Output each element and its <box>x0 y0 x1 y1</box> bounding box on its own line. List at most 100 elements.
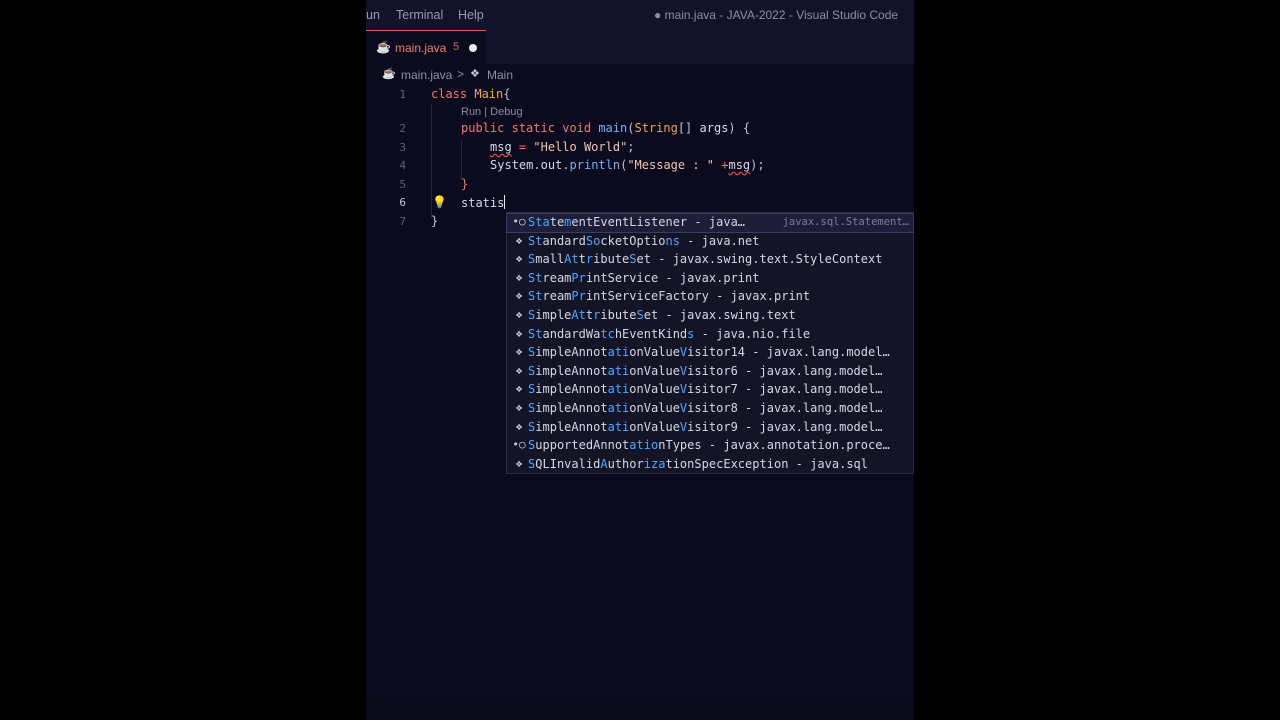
suggestion-item[interactable]: ❖ StandardSocketOptions - java.net <box>507 233 913 251</box>
code-token: ; <box>627 140 635 154</box>
code-token: ); <box>750 158 765 172</box>
suggestion-label: StreamPrintServiceFactory - javax.print <box>528 289 811 304</box>
code-token: println <box>569 158 621 172</box>
breadcrumb-separator: > <box>457 67 465 81</box>
java-file-icon: ☕ <box>382 68 396 80</box>
breadcrumb-file[interactable]: main.java <box>401 68 452 82</box>
class-symbol-icon: ❖ <box>515 363 523 377</box>
suggestion-label: SimpleAnnotationValueVisitor9 - javax.la… <box>528 419 883 434</box>
code-token: [] <box>677 121 700 135</box>
line-number: 3 <box>399 141 406 154</box>
suggestion-label: SimpleAttributeSet - javax.swing.text <box>528 308 796 322</box>
suggestion-label: SupportedAnnotationTypes - javax.annotat… <box>528 438 890 453</box>
suggestion-item[interactable]: ❖ StreamPrintServiceFactory - javax.print <box>507 288 913 306</box>
code-token: static <box>511 121 555 135</box>
code-line[interactable]: statis <box>461 195 506 210</box>
menu-terminal[interactable]: Terminal <box>396 8 443 22</box>
suggestion-item[interactable]: ❖ SmallAttributeSet - javax.swing.text.St… <box>507 251 913 269</box>
class-symbol-icon: ❖ <box>515 233 523 247</box>
code-line[interactable]: public static void main(String[] args) { <box>461 121 750 135</box>
code-token: . <box>562 158 570 172</box>
suggestion-label: SimpleAnnotationValueVisitor14 - javax.l… <box>528 345 890 360</box>
interface-symbol-icon: •○ <box>512 215 526 228</box>
suggestion-label: SmallAttributeSet - javax.swing.text.Sty… <box>528 252 883 267</box>
suggestion-item[interactable]: ❖ SimpleAnnotationValueVisitor9 - javax.l… <box>507 419 913 437</box>
tab-main-java[interactable]: ☕ main.java 5 <box>366 30 486 64</box>
suggestion-label: SimpleAnnotationValueVisitor8 - javax.la… <box>528 401 883 415</box>
code-line[interactable]: } <box>431 214 438 228</box>
code-token: } <box>461 177 469 191</box>
class-symbol-icon: ❖ <box>515 308 523 321</box>
code-token: public <box>461 121 505 135</box>
line-number: 4 <box>399 159 406 172</box>
class-symbol-icon: ❖ <box>470 68 480 80</box>
breadcrumb-symbol[interactable]: Main <box>487 68 513 82</box>
code-line[interactable]: class Main{ <box>431 87 511 101</box>
code-token: } <box>431 214 439 228</box>
code-line[interactable]: } <box>461 177 468 191</box>
code-token: . <box>533 158 541 172</box>
status-bar <box>366 698 914 720</box>
code-line[interactable]: System.out.println("Message : " +msg); <box>490 158 765 172</box>
line-number: 2 <box>399 122 406 135</box>
class-symbol-icon: ❖ <box>515 345 523 359</box>
suggestion-item[interactable]: ❖ StreamPrintService - javax.print <box>507 270 913 288</box>
code-token: Main <box>474 87 504 101</box>
suggestion-label: StreamPrintService - javax.print <box>528 270 760 285</box>
menu-bar: un Terminal Help ● main.java - JAVA-2022… <box>366 0 914 30</box>
window-title: ● main.java - JAVA-2022 - Visual Studio … <box>654 8 899 22</box>
suggestion-widget[interactable]: •○ StatementEventListener - java… javax.sq… <box>506 212 914 474</box>
suggestion-label: SQLInvalidAuthorizationSpecException - j… <box>528 456 869 471</box>
interface-symbol-icon: •○ <box>512 438 526 452</box>
lightbulb-icon[interactable]: 💡 <box>432 195 447 209</box>
code-token: msg <box>490 140 512 154</box>
suggestion-label: SimpleAnnotationValueVisitor7 - javax.la… <box>528 382 883 397</box>
unsaved-dot-icon[interactable] <box>469 44 477 52</box>
code-token: { <box>503 87 511 101</box>
run-debug-codelens[interactable]: Run | Debug <box>461 106 523 118</box>
code-token: String <box>634 121 678 135</box>
line-number: 5 <box>399 178 406 191</box>
code-token: void <box>562 121 592 135</box>
class-symbol-icon: ❖ <box>515 326 523 340</box>
code-token: msg <box>728 158 751 172</box>
menu-help[interactable]: Help <box>458 8 484 22</box>
suggestion-item[interactable]: ❖ StandardWatchEventKinds - java.nio.file <box>507 326 913 344</box>
tab-label: main.java <box>395 41 447 55</box>
suggestion-item[interactable]: •○ SupportedAnnotationTypes - javax.annot… <box>507 437 913 455</box>
line-number: 7 <box>399 215 406 228</box>
breadcrumb: ☕ main.java > ❖ Main <box>366 64 914 86</box>
suggestion-item[interactable]: ❖ SimpleAnnotationValueVisitor6 - javax.l… <box>507 363 913 381</box>
code-token: + <box>714 158 729 172</box>
code-token: out <box>540 158 563 172</box>
class-symbol-icon: ❖ <box>515 289 523 303</box>
java-file-icon: ☕ <box>376 40 391 54</box>
suggestion-item[interactable]: ❖ SimpleAnnotationValueVisitor14 - javax.… <box>507 344 913 362</box>
line-number: 1 <box>399 88 406 101</box>
suggestion-item[interactable]: •○ StatementEventListener - java… javax.sq… <box>506 213 914 233</box>
suggestion-label: StandardWatchEventKinds - java.nio.file <box>528 326 811 341</box>
code-token: class <box>431 87 468 101</box>
class-symbol-icon: ❖ <box>515 252 523 266</box>
tab-bar: ☕ main.java 5 <box>366 30 914 64</box>
class-symbol-icon: ❖ <box>515 456 523 470</box>
text-cursor <box>504 195 506 209</box>
typed-word: statis <box>461 196 505 210</box>
suggestion-item[interactable]: ❖ SimpleAnnotationValueVisitor7 - javax.l… <box>507 381 913 399</box>
code-token: args <box>699 121 729 135</box>
class-symbol-icon: ❖ <box>515 270 523 284</box>
code-token: "Message : " <box>627 158 715 172</box>
code-token: System <box>490 158 534 172</box>
suggestion-detail: javax.sql.Statement… <box>782 216 909 228</box>
suggestion-item[interactable]: ❖ SimpleAnnotationValueVisitor8 - javax.l… <box>507 400 913 418</box>
code-token: ) { <box>728 121 751 135</box>
suggestion-item[interactable]: ❖ SQLInvalidAuthorizationSpecException - … <box>507 456 913 474</box>
class-symbol-icon: ❖ <box>515 419 523 433</box>
code-line[interactable]: msg = "Hello World"; <box>490 140 635 154</box>
suggestion-label: StatementEventListener - java… <box>528 215 746 229</box>
suggestion-item[interactable]: ❖ SimpleAttributeSet - javax.swing.text <box>507 307 913 325</box>
menu-run[interactable]: un <box>366 8 380 22</box>
code-token: "Hello World" <box>533 140 628 154</box>
indent-guide <box>461 140 462 180</box>
